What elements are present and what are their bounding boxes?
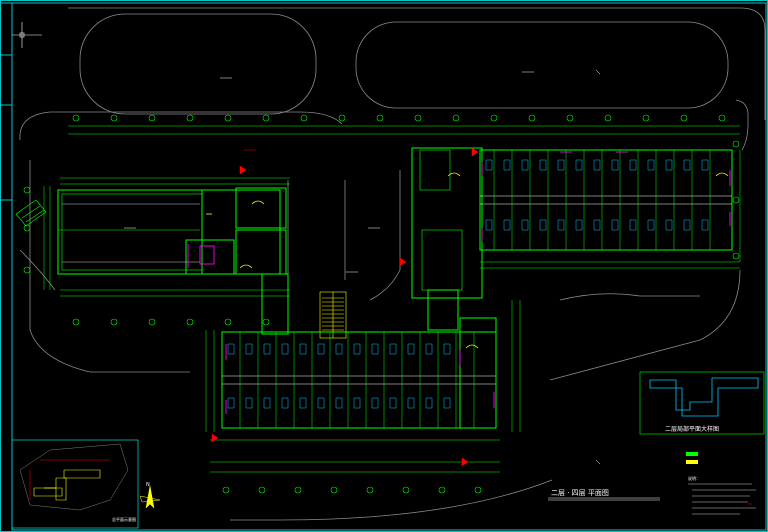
plan-title: 二层 · 四层 平面图 [551, 489, 609, 497]
building-connector [261, 147, 483, 335]
site-roads [19, 7, 766, 521]
north-arrow-label: N [146, 482, 150, 488]
equipment-marks [187, 151, 731, 414]
central-stair [319, 291, 347, 339]
door-marks [44, 172, 729, 489]
cad-drawing-canvas [0, 0, 768, 532]
drawing-frame [0, 0, 768, 532]
west-entry [15, 199, 47, 227]
notes-title: 说明： [688, 476, 700, 481]
crosshair-cursor [12, 22, 42, 48]
axis-grid-top [43, 125, 741, 473]
building-west-wing [57, 187, 287, 275]
legend-swatches [686, 452, 698, 464]
north-arrow-icon [139, 485, 161, 509]
annotation-ticks [124, 69, 601, 465]
key-plan [11, 439, 139, 529]
plan-title-underline [548, 497, 660, 501]
axis-bubbles [23, 114, 740, 494]
building-northeast-wing [479, 149, 733, 251]
keyplan-label: 总平面示意图 [112, 517, 136, 522]
notes-block [688, 483, 756, 515]
room-fixtures [227, 159, 709, 409]
inset-detail-plan [649, 377, 759, 417]
inset-title: 二层局部平面大样图 [665, 426, 720, 433]
